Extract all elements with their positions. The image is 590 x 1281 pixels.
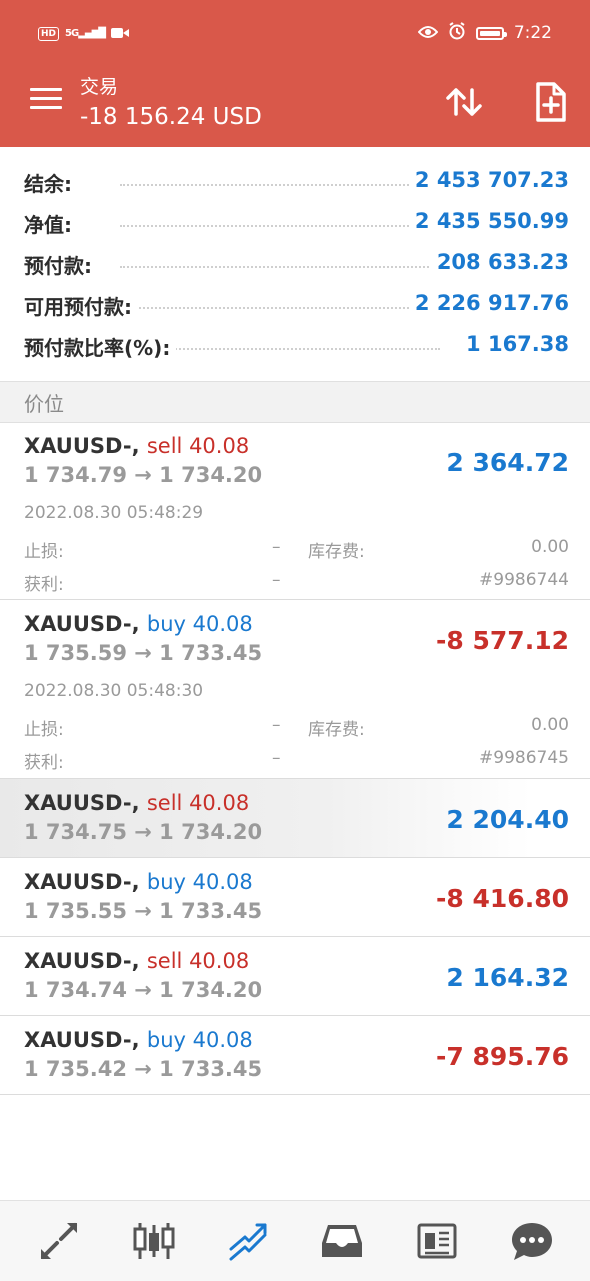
position-datetime: 2022.08.30 05:48:29 — [24, 503, 204, 523]
position-profit: -8 416.80 — [436, 884, 569, 913]
stop-loss-label: 止损: — [24, 542, 64, 562]
app-header: HD 5G▂▄▆█ 7:22 交易 -18 156.24 USD — [0, 0, 590, 147]
quotes-icon — [41, 1223, 77, 1259]
signal-icon: 5G▂▄▆█ — [65, 28, 106, 39]
sort-arrows-icon — [446, 88, 482, 116]
stop-loss-label: 止损: — [24, 720, 64, 740]
status-bar: HD 5G▂▄▆█ 7:22 — [0, 22, 590, 46]
summary-value: 2 453 707.23 — [408, 168, 569, 192]
swap-label: 库存费: — [308, 720, 365, 740]
swap-value: 0.00 — [531, 715, 569, 735]
position-row[interactable]: XAUUSD-, sell 40.08 1 734.74 → 1 734.20 … — [0, 937, 590, 1016]
section-title: 价位 — [24, 392, 64, 416]
summary-row-margin: 预付款: 208 633.23 — [0, 242, 590, 283]
position-prices: 1 734.79 → 1 734.20 — [24, 463, 263, 487]
swap-label: 库存费: — [308, 542, 365, 562]
sort-button[interactable] — [442, 80, 486, 124]
positions-section-header: 价位 — [0, 381, 590, 423]
position-prices: 1 735.42 → 1 733.45 — [24, 1057, 263, 1081]
ticket-number: #9986744 — [479, 570, 569, 590]
position-symbol: XAUUSD-, sell 40.08 — [24, 949, 250, 973]
account-summary: 结余: 2 453 707.23 净值: 2 435 550.99 预付款: 2… — [0, 160, 590, 365]
summary-label: 预付款: — [24, 250, 98, 279]
position-profit: 2 204.40 — [446, 805, 569, 834]
clock: 7:22 — [513, 23, 552, 43]
header-profit: -18 156.24 USD — [80, 104, 262, 130]
take-profit-label: 获利: — [24, 753, 64, 773]
video-icon — [110, 24, 129, 43]
ticket-number: #9986745 — [479, 748, 569, 768]
position-side: buy 40.08 — [146, 870, 253, 894]
new-order-button[interactable] — [528, 80, 572, 124]
position-profit: -8 577.12 — [436, 626, 569, 655]
position-row[interactable]: XAUUSD-, buy 40.08 1 735.59 → 1 733.45 -… — [0, 600, 590, 779]
position-prices: 1 734.75 → 1 734.20 — [24, 820, 263, 844]
position-symbol: XAUUSD-, buy 40.08 — [24, 870, 253, 894]
summary-row-balance: 结余: 2 453 707.23 — [0, 160, 590, 201]
summary-value: 2 435 550.99 — [408, 209, 569, 233]
bottom-navigation — [0, 1200, 590, 1281]
summary-label: 预付款比率(%): — [24, 332, 177, 361]
position-row[interactable]: XAUUSD-, sell 40.08 1 734.75 → 1 734.20 … — [0, 779, 590, 858]
new-document-icon — [536, 82, 566, 122]
position-side: buy 40.08 — [146, 1028, 253, 1052]
swap-value: 0.00 — [531, 537, 569, 557]
take-profit-label: 获利: — [24, 575, 64, 595]
position-prices: 1 734.74 → 1 734.20 — [24, 978, 263, 1002]
stop-loss-value: – — [272, 715, 281, 735]
nav-news[interactable] — [415, 1219, 459, 1263]
summary-label: 净值: — [24, 209, 78, 238]
summary-row-margin-level: 预付款比率(%): 1 167.38 — [0, 324, 590, 365]
summary-label: 可用预付款: — [24, 291, 138, 320]
position-prices: 1 735.59 → 1 733.45 — [24, 641, 263, 665]
stop-loss-value: – — [272, 537, 281, 557]
position-symbol: XAUUSD-, sell 40.08 — [24, 434, 250, 458]
nav-messages[interactable] — [510, 1219, 554, 1263]
position-side: sell 40.08 — [146, 949, 250, 973]
position-profit: 2 364.72 — [446, 448, 569, 477]
position-row[interactable]: XAUUSD-, buy 40.08 1 735.55 → 1 733.45 -… — [0, 858, 590, 937]
take-profit-value: – — [272, 748, 281, 768]
position-prices: 1 735.55 → 1 733.45 — [24, 899, 263, 923]
trade-icon — [229, 1223, 267, 1261]
hd-icon: HD — [38, 26, 60, 41]
menu-button[interactable] — [30, 88, 62, 112]
position-side: sell 40.08 — [146, 791, 250, 815]
page-title: 交易 — [80, 76, 119, 98]
summary-label: 结余: — [24, 168, 78, 197]
nav-trade[interactable] — [227, 1219, 271, 1263]
news-icon — [417, 1223, 457, 1259]
take-profit-value: – — [272, 570, 281, 590]
summary-row-free-margin: 可用预付款: 2 226 917.76 — [0, 283, 590, 324]
position-profit: -7 895.76 — [436, 1042, 569, 1071]
position-row[interactable]: XAUUSD-, sell 40.08 1 734.79 → 1 734.20 … — [0, 422, 590, 600]
position-row[interactable]: XAUUSD-, buy 40.08 1 735.42 → 1 733.45 -… — [0, 1016, 590, 1095]
summary-row-equity: 净值: 2 435 550.99 — [0, 201, 590, 242]
position-symbol: XAUUSD-, sell 40.08 — [24, 791, 250, 815]
messages-icon — [512, 1223, 552, 1260]
summary-value: 2 226 917.76 — [408, 291, 569, 315]
summary-value: 208 633.23 — [430, 250, 569, 274]
position-symbol: XAUUSD-, buy 40.08 — [24, 1028, 253, 1052]
battery-icon — [475, 26, 507, 40]
alarm-icon — [448, 22, 466, 44]
history-inbox-icon — [322, 1225, 362, 1257]
position-profit: 2 164.32 — [446, 963, 569, 992]
position-side: buy 40.08 — [146, 612, 253, 636]
eye-icon — [417, 24, 439, 43]
position-symbol: XAUUSD-, buy 40.08 — [24, 612, 253, 636]
summary-value: 1 167.38 — [460, 332, 569, 356]
nav-history[interactable] — [320, 1219, 364, 1263]
nav-quotes[interactable] — [37, 1219, 81, 1263]
position-side: sell 40.08 — [146, 434, 250, 458]
candlestick-chart-icon — [133, 1223, 175, 1259]
position-datetime: 2022.08.30 05:48:30 — [24, 681, 204, 701]
nav-chart[interactable] — [132, 1219, 176, 1263]
